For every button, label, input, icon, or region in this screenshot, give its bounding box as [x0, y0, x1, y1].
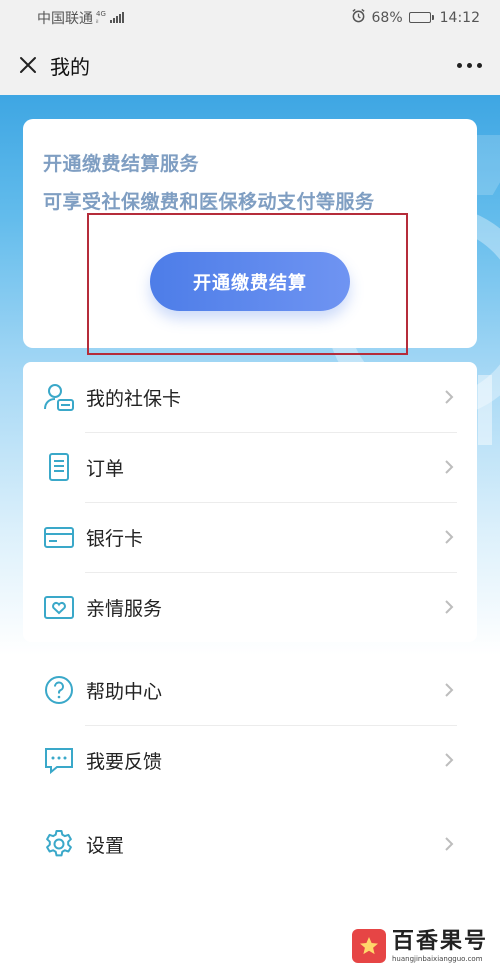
- watermark-logo-icon: [352, 929, 386, 963]
- menu-item-help-center[interactable]: 帮助中心: [23, 655, 477, 725]
- battery-icon: [408, 12, 434, 23]
- chevron-right-icon: [441, 752, 457, 768]
- bank-card-icon: [43, 521, 75, 553]
- highlight-annotation: [87, 213, 408, 355]
- nav-bar: 我的: [0, 35, 500, 95]
- chevron-right-icon: [441, 599, 457, 615]
- chevron-right-icon: [441, 529, 457, 545]
- menu-item-feedback[interactable]: 我要反馈: [23, 725, 477, 795]
- help-icon: [43, 674, 75, 706]
- social-security-card-icon: [43, 381, 75, 413]
- network-type: 4G ᵢₗ: [96, 9, 106, 25]
- service-title: 开通缴费结算服务: [43, 153, 200, 175]
- more-options-icon[interactable]: [453, 55, 486, 76]
- chevron-right-icon: [441, 836, 457, 852]
- settings-icon: [43, 828, 75, 860]
- carrier-name: 中国联通: [37, 10, 93, 27]
- order-icon: [43, 451, 75, 483]
- signal-icon: [109, 12, 124, 23]
- menu-group-settings: 设置: [23, 809, 477, 879]
- chevron-right-icon: [441, 682, 457, 698]
- chevron-right-icon: [441, 459, 457, 475]
- feedback-icon: [43, 744, 75, 776]
- chevron-right-icon: [441, 389, 457, 405]
- menu-item-settings[interactable]: 设置: [23, 809, 477, 879]
- alarm-icon: [351, 8, 366, 27]
- watermark: 百香果号 huangjinbaixiangguo.com: [346, 921, 500, 971]
- menu-group-support: 帮助中心 我要反馈: [23, 655, 477, 795]
- menu-group-main: 我的社保卡 订单 银行卡 亲情服务: [23, 362, 477, 642]
- battery-percent: 68%: [371, 9, 403, 26]
- close-icon[interactable]: [14, 51, 42, 79]
- page-title: 我的: [50, 54, 90, 79]
- clock-time: 14:12: [439, 9, 480, 26]
- menu-item-bank-card[interactable]: 银行卡: [23, 502, 477, 572]
- menu-item-social-security-card[interactable]: 我的社保卡: [23, 362, 477, 432]
- menu-item-family-service[interactable]: 亲情服务: [23, 572, 477, 642]
- status-bar: 中国联通 4G ᵢₗ 68% 14:12: [0, 0, 500, 35]
- menu-item-orders[interactable]: 订单: [23, 432, 477, 502]
- family-service-icon: [43, 591, 75, 623]
- service-description: 可享受社保缴费和医保移动支付等服务: [43, 191, 375, 213]
